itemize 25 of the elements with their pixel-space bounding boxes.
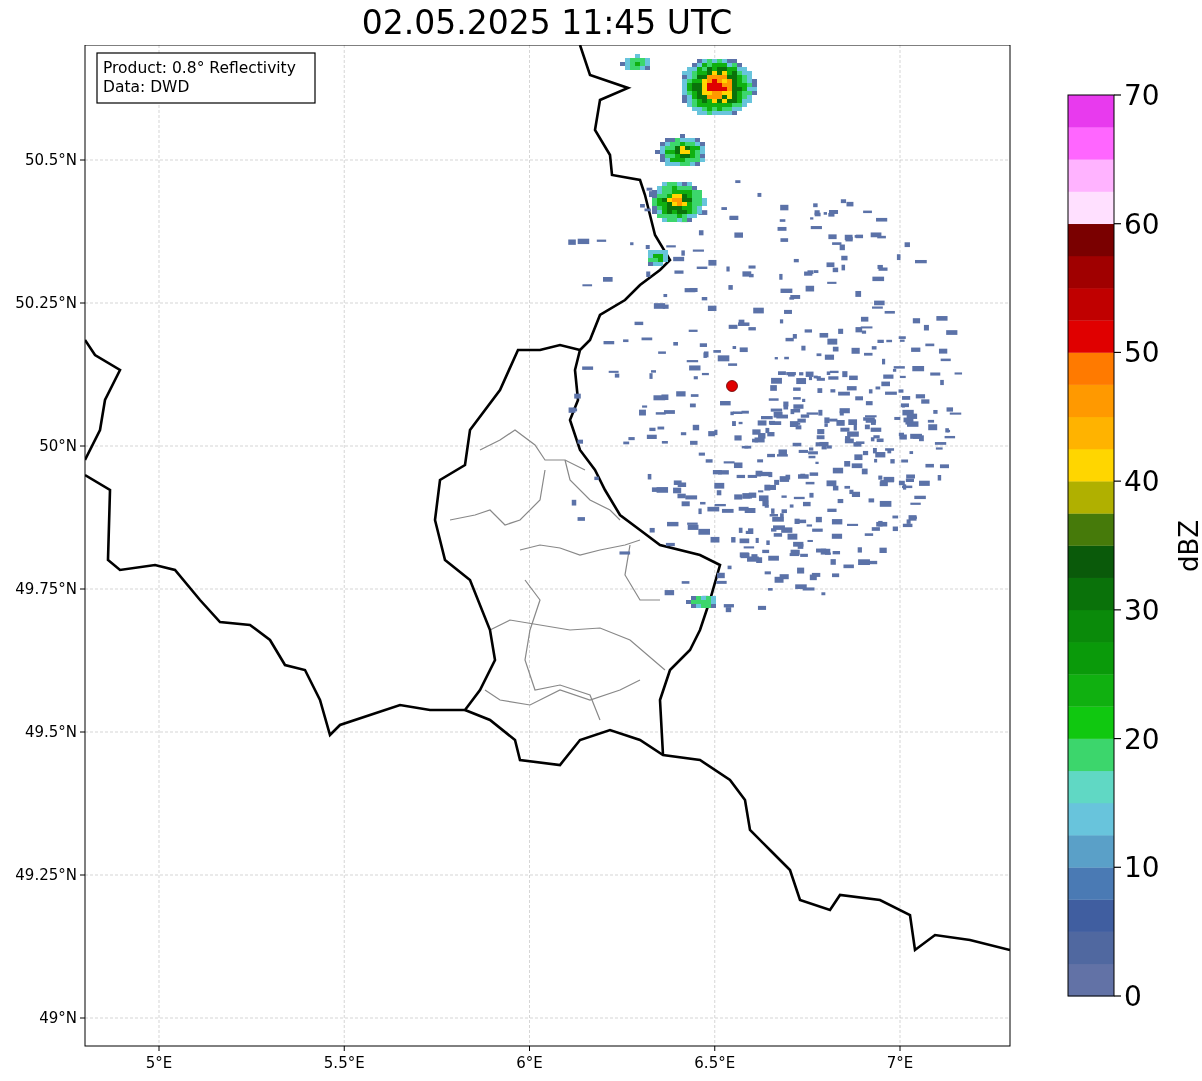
x-axis-tick-label: 5°E bbox=[145, 1054, 173, 1072]
colorbar-tick-label: 60 bbox=[1124, 207, 1160, 241]
colorbar-tick-label: 50 bbox=[1124, 336, 1160, 370]
info-text: Product: 0.8° Reflectivity bbox=[103, 59, 296, 77]
x-axis-tick-label: 6°E bbox=[516, 1054, 543, 1072]
radar-site-marker bbox=[726, 380, 738, 392]
colorbar-tick-label: 30 bbox=[1124, 593, 1160, 627]
x-axis-tick-label: 7°E bbox=[886, 1054, 914, 1072]
x-axis-tick-label: 5.5°E bbox=[323, 1054, 365, 1072]
y-axis-tick-label: 49.75°N bbox=[15, 580, 77, 598]
chart-title: 02.05.2025 11:45 UTC bbox=[361, 6, 733, 39]
colorbar-label: dBZ bbox=[1173, 519, 1202, 573]
y-axis-tick-label: 49.5°N bbox=[24, 723, 77, 741]
info-text: Data: DWD bbox=[103, 78, 190, 96]
y-axis-tick-label: 50°N bbox=[39, 437, 77, 455]
colorbar-tick-label: 0 bbox=[1124, 980, 1142, 1013]
y-axis-tick-label: 50.5°N bbox=[24, 151, 77, 169]
colorbar-tick-label: 10 bbox=[1124, 851, 1160, 885]
colorbar-tick-label: 40 bbox=[1124, 465, 1160, 499]
y-axis-tick-label: 49.25°N bbox=[15, 866, 77, 884]
x-axis-tick-label: 6.5°E bbox=[694, 1054, 736, 1072]
y-axis-tick-label: 50.25°N bbox=[15, 294, 77, 312]
colorbar-tick-label: 70 bbox=[1124, 79, 1160, 112]
colorbar-tick-label: 20 bbox=[1124, 722, 1160, 756]
y-axis-tick-label: 49°N bbox=[39, 1009, 77, 1027]
